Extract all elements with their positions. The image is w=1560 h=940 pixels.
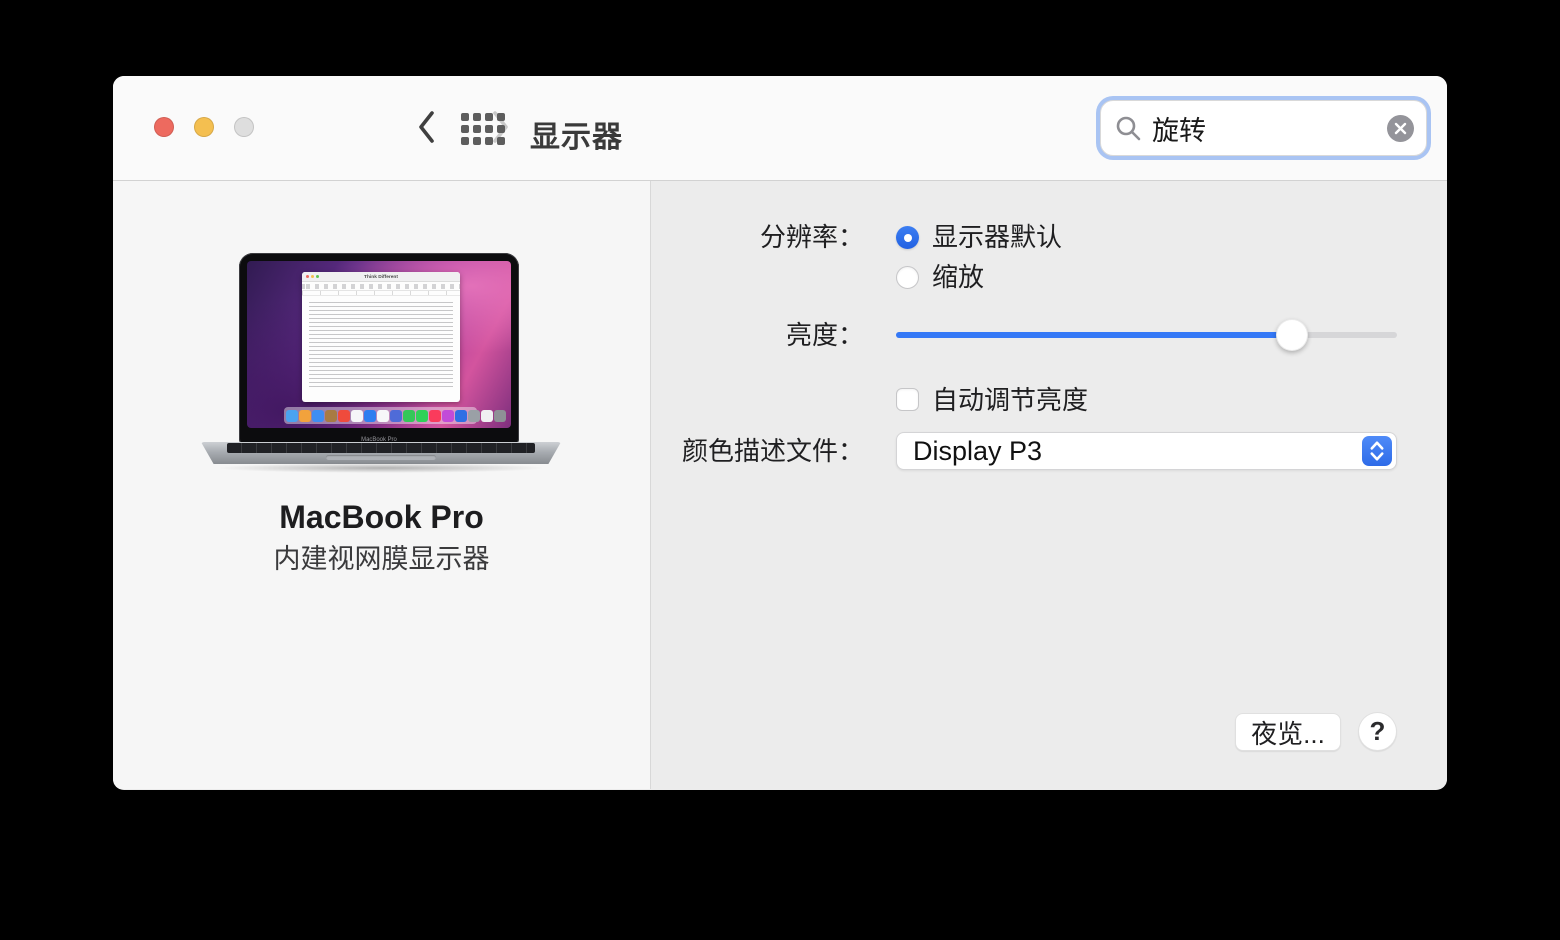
- resolution-label: 分辨率：: [759, 222, 864, 252]
- device-name: MacBook Pro: [279, 499, 484, 535]
- brightness-knob[interactable]: [1275, 319, 1308, 351]
- titlebar: 显示器: [113, 76, 1447, 181]
- laptop-keyboard: [227, 443, 535, 453]
- color-profile-label: 颜色描述文件：: [681, 436, 864, 466]
- mini-ruler: [302, 291, 460, 296]
- close-button[interactable]: [154, 117, 174, 137]
- laptop-shadow: [215, 463, 547, 473]
- auto-brightness-checkbox[interactable]: [896, 388, 919, 411]
- page-title: 显示器: [530, 121, 623, 154]
- display-settings-pane: 分辨率： 显示器默认 缩放 亮度： 自动调节亮度 颜色描述文件： Display…: [651, 181, 1447, 789]
- laptop-base: [201, 442, 561, 464]
- night-shift-button[interactable]: 夜览...: [1235, 713, 1341, 751]
- radio-scaled-resolution-label[interactable]: 缩放: [932, 261, 984, 293]
- search-field[interactable]: [1100, 100, 1427, 156]
- brightness-label: 亮度：: [785, 320, 864, 350]
- radio-default-resolution-label[interactable]: 显示器默认: [932, 221, 1062, 253]
- mini-toolbar: [302, 282, 460, 291]
- laptop-wallpaper: Think Different: [247, 261, 511, 428]
- traffic-lights: [154, 117, 254, 137]
- dock: [284, 407, 506, 424]
- show-all-grid-icon[interactable]: [461, 113, 507, 145]
- clear-search-button[interactable]: [1387, 114, 1414, 142]
- brightness-fill: [896, 332, 1292, 338]
- device-subtitle: 内建视网膜显示器: [273, 544, 490, 574]
- display-preview-pane: Think Different MacBook Pro MacBook Pro …: [113, 181, 651, 789]
- up-down-chevrons-icon: [1370, 441, 1384, 461]
- color-profile-select[interactable]: Display P3: [896, 432, 1397, 470]
- brightness-slider[interactable]: [896, 319, 1397, 351]
- color-profile-value: Display P3: [913, 435, 1043, 466]
- laptop-bezel: Think Different MacBook Pro: [239, 253, 519, 445]
- laptop-trackpad: [326, 455, 436, 460]
- zoom-button: [234, 117, 254, 137]
- help-button[interactable]: ?: [1358, 712, 1397, 751]
- preferences-window: 显示器 旋转 Think Different MacBook Pro MacBo…: [113, 76, 1447, 790]
- chevron-left-icon: [419, 111, 434, 143]
- macbook-illustration: Think Different MacBook Pro: [201, 250, 561, 474]
- mini-window-title: Think Different: [364, 274, 398, 280]
- back-button[interactable]: [410, 110, 444, 144]
- radio-default-resolution[interactable]: [896, 226, 919, 249]
- mini-document-text: [309, 302, 453, 390]
- search-input[interactable]: [1152, 112, 1387, 144]
- minimize-button[interactable]: [194, 117, 214, 137]
- select-stepper: [1362, 436, 1392, 466]
- bezel-label: MacBook Pro: [361, 436, 397, 443]
- mini-textedit-window: Think Different: [302, 272, 460, 402]
- search-icon: [1116, 116, 1141, 140]
- close-icon: [1394, 122, 1407, 134]
- radio-scaled-resolution[interactable]: [896, 266, 919, 289]
- auto-brightness-label[interactable]: 自动调节亮度: [932, 384, 1088, 416]
